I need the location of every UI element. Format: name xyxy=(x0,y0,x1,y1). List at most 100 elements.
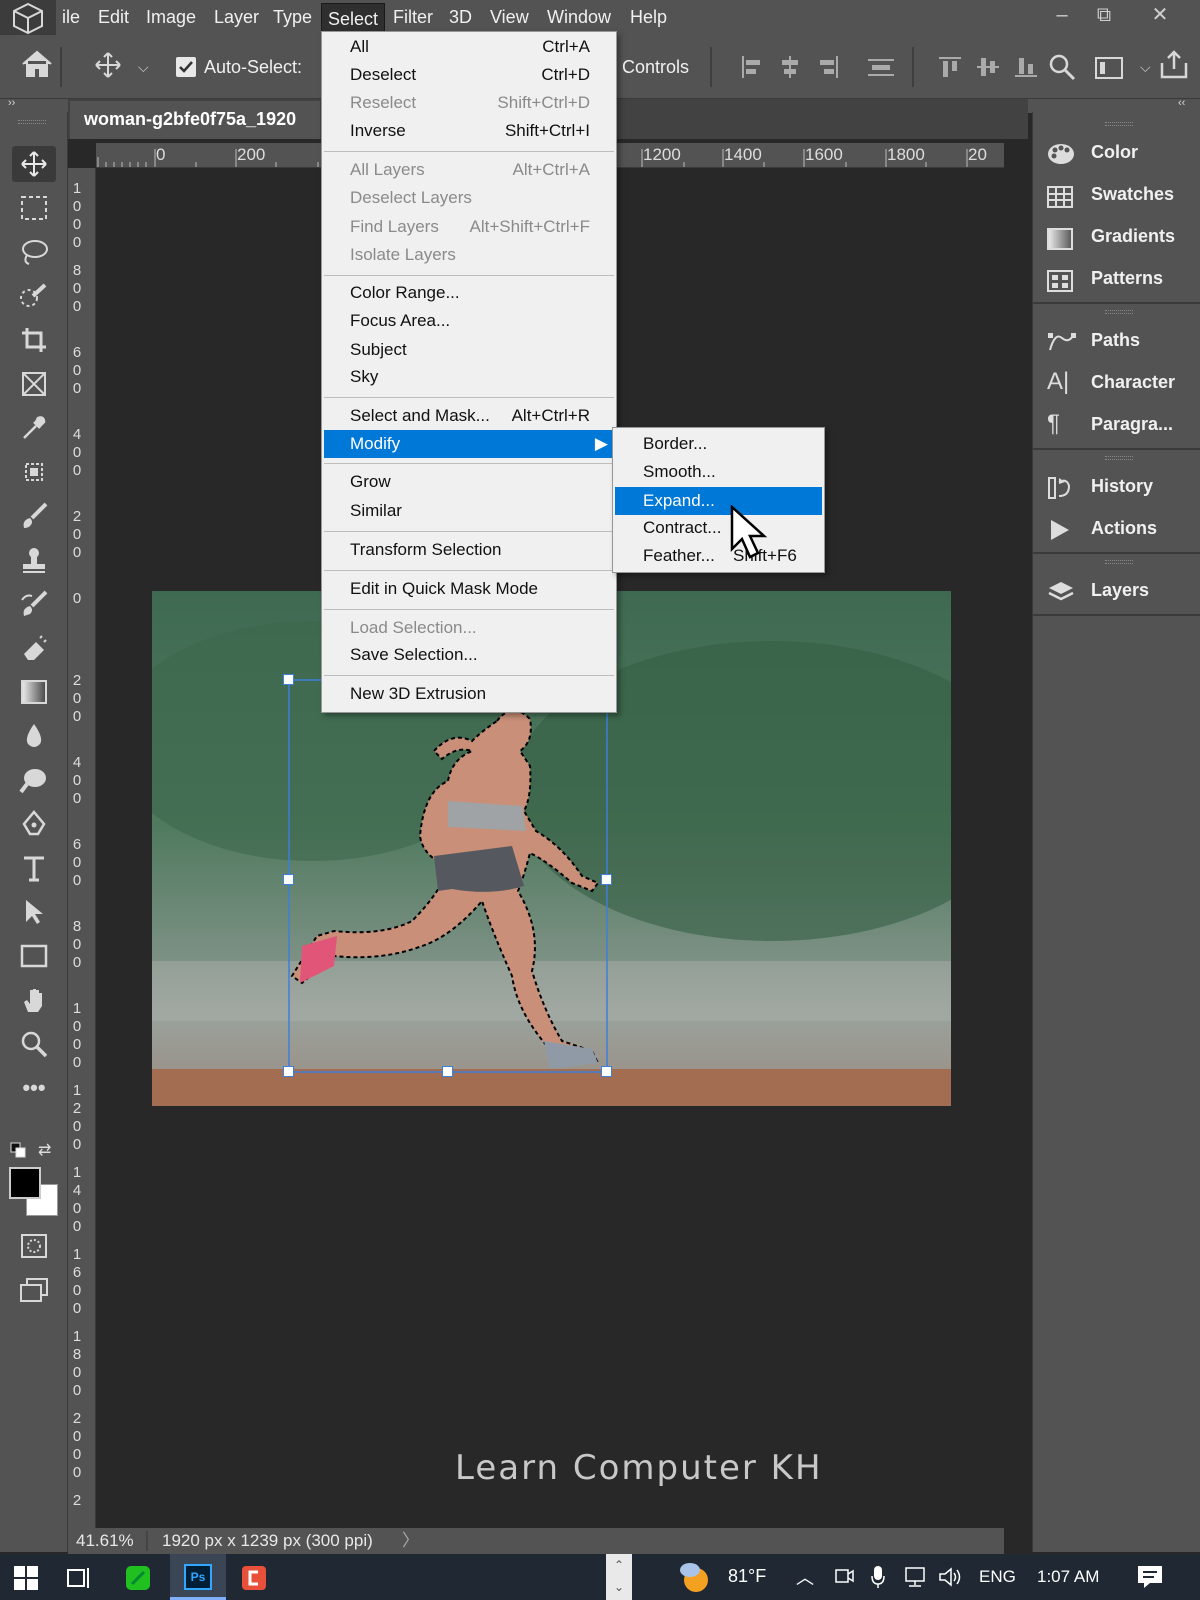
chevron-up-icon[interactable]: ︿ xyxy=(796,1564,814,1590)
menu-item-focus-area[interactable]: Focus Area... xyxy=(324,307,614,335)
frame-tool-icon[interactable] xyxy=(12,366,56,402)
menu-edit[interactable]: Edit xyxy=(92,0,135,35)
menu-item-deselect[interactable]: Deselect Ctrl+D xyxy=(324,61,614,89)
eyedropper-tool-icon[interactable] xyxy=(12,410,56,446)
meet-icon[interactable] xyxy=(834,1566,854,1593)
menu-help[interactable]: Help xyxy=(624,0,673,35)
workspace-icon[interactable] xyxy=(1094,55,1124,86)
panel-grip[interactable] xyxy=(1105,310,1133,314)
chevron-down-icon[interactable]: ⌵ xyxy=(138,59,149,76)
app-icon-green[interactable] xyxy=(124,1564,152,1597)
crop-tool-icon[interactable] xyxy=(12,322,56,358)
distribute-icon[interactable] xyxy=(866,55,896,84)
panel-layers[interactable]: Layers xyxy=(1033,570,1200,610)
submenu-item-feather[interactable]: Feather... Shift+F6 xyxy=(615,542,822,570)
healing-brush-tool-icon[interactable] xyxy=(12,454,56,490)
more-tools-icon[interactable]: ••• xyxy=(12,1070,56,1106)
submenu-item-contract[interactable]: Contract... xyxy=(615,514,822,542)
brush-tool-icon[interactable] xyxy=(12,498,56,534)
quick-mask-icon[interactable] xyxy=(12,1228,56,1264)
menu-item-find-layers[interactable]: Find Layers Alt+Shift+Ctrl+F xyxy=(324,213,614,241)
menu-item-quick-mask[interactable]: Edit in Quick Mask Mode xyxy=(324,575,614,603)
menu-item-reselect[interactable]: Reselect Shift+Ctrl+D xyxy=(324,89,614,117)
align-bottom-icon[interactable] xyxy=(1014,55,1038,84)
close-button[interactable]: ✕ xyxy=(1138,0,1182,32)
windows-start-icon[interactable] xyxy=(14,1566,38,1595)
menu-item-all[interactable]: All Ctrl+A xyxy=(324,33,614,61)
search-icon[interactable] xyxy=(1048,53,1076,86)
menu-image[interactable]: Image xyxy=(140,0,202,35)
menu-type[interactable]: Type xyxy=(267,0,318,35)
language-indicator[interactable]: ENG xyxy=(979,1567,1016,1587)
transform-controls-label[interactable]: Controls xyxy=(622,57,689,78)
menu-item-new-3d-extrusion[interactable]: New 3D Extrusion xyxy=(324,680,614,708)
menu-file[interactable]: ile xyxy=(56,0,86,35)
history-brush-tool-icon[interactable] xyxy=(12,586,56,622)
menu-item-transform-selection[interactable]: Transform Selection xyxy=(324,536,614,564)
gradient-tool-icon[interactable] xyxy=(12,674,56,710)
menu-item-similar[interactable]: Similar xyxy=(324,497,614,525)
transform-handle[interactable] xyxy=(601,874,612,885)
document-tab[interactable]: woman-g2bfe0f75a_1920 xyxy=(70,101,320,139)
panel-paragraph[interactable]: ¶ Paragra... xyxy=(1033,404,1200,444)
menu-item-subject[interactable]: Subject xyxy=(324,336,614,364)
menu-3d[interactable]: 3D xyxy=(443,0,478,35)
toolbar-grip[interactable] xyxy=(18,120,46,124)
menu-item-sky[interactable]: Sky xyxy=(324,363,614,391)
rectangle-tool-icon[interactable] xyxy=(12,938,56,974)
taskbar-scroll[interactable]: ⌃ ⌄ xyxy=(606,1554,632,1600)
notifications-icon[interactable] xyxy=(1136,1564,1164,1595)
menu-item-modify[interactable]: Modify ▶ xyxy=(324,430,614,458)
volume-icon[interactable] xyxy=(938,1566,962,1593)
microphone-icon[interactable] xyxy=(870,1564,886,1595)
zoom-tool-icon[interactable] xyxy=(12,1026,56,1062)
panel-swatches[interactable]: Swatches xyxy=(1033,174,1200,214)
pen-tool-icon[interactable] xyxy=(12,806,56,842)
align-center-icon[interactable] xyxy=(778,55,802,84)
task-view-icon[interactable] xyxy=(66,1566,92,1595)
menu-view[interactable]: View xyxy=(484,0,535,35)
menu-item-select-and-mask[interactable]: Select and Mask... Alt+Ctrl+R xyxy=(324,402,614,430)
hand-tool-icon[interactable] xyxy=(12,982,56,1018)
photoshop-cube-icon[interactable] xyxy=(0,0,56,40)
default-colors-icon[interactable] xyxy=(10,1142,26,1163)
panel-color[interactable]: Color xyxy=(1033,132,1200,172)
align-right-icon[interactable] xyxy=(816,55,840,84)
panel-patterns[interactable]: Patterns xyxy=(1033,258,1200,298)
panel-grip[interactable] xyxy=(1105,560,1133,564)
dodge-tool-icon[interactable] xyxy=(12,762,56,798)
submenu-item-expand[interactable]: Expand... xyxy=(615,487,822,515)
align-middle-icon[interactable] xyxy=(976,55,1000,84)
submenu-item-smooth[interactable]: Smooth... xyxy=(615,458,822,486)
chevron-down-icon[interactable]: ⌵ xyxy=(1140,59,1151,76)
panel-grip[interactable] xyxy=(1105,122,1133,126)
move-tool-icon[interactable] xyxy=(94,51,122,84)
auto-select-checkbox[interactable] xyxy=(176,57,196,77)
clock[interactable]: 1:07 AM xyxy=(1037,1567,1099,1587)
transform-handle[interactable] xyxy=(283,1066,294,1077)
eraser-tool-icon[interactable] xyxy=(12,630,56,666)
align-top-icon[interactable] xyxy=(938,55,962,84)
menu-item-grow[interactable]: Grow xyxy=(324,468,614,496)
panel-actions[interactable]: Actions xyxy=(1033,508,1200,548)
photoshop-taskbar-icon[interactable]: Ps xyxy=(170,1554,226,1600)
move-tool-icon[interactable] xyxy=(12,146,56,182)
panel-character[interactable]: A| Character xyxy=(1033,362,1200,402)
transform-handle[interactable] xyxy=(601,1066,612,1077)
network-icon[interactable] xyxy=(902,1566,928,1593)
zoom-level[interactable]: 41.61% xyxy=(76,1528,134,1554)
panel-gradients[interactable]: Gradients xyxy=(1033,216,1200,256)
share-icon[interactable] xyxy=(1158,49,1190,86)
quick-selection-tool-icon[interactable] xyxy=(12,278,56,314)
blur-tool-icon[interactable] xyxy=(12,718,56,754)
restore-button[interactable]: ⧉ xyxy=(1082,0,1126,32)
transform-handle[interactable] xyxy=(442,1066,453,1077)
menu-layer[interactable]: Layer xyxy=(208,0,265,35)
minimize-button[interactable]: – xyxy=(1040,0,1084,32)
menu-item-color-range[interactable]: Color Range... xyxy=(324,279,614,307)
menu-item-all-layers[interactable]: All Layers Alt+Ctrl+A xyxy=(324,156,614,184)
menu-item-isolate-layers[interactable]: Isolate Layers xyxy=(324,241,614,269)
panel-history[interactable]: History xyxy=(1033,466,1200,506)
menu-item-deselect-layers[interactable]: Deselect Layers xyxy=(324,184,614,212)
chevron-right-icon[interactable]: 〉 xyxy=(402,1528,419,1554)
